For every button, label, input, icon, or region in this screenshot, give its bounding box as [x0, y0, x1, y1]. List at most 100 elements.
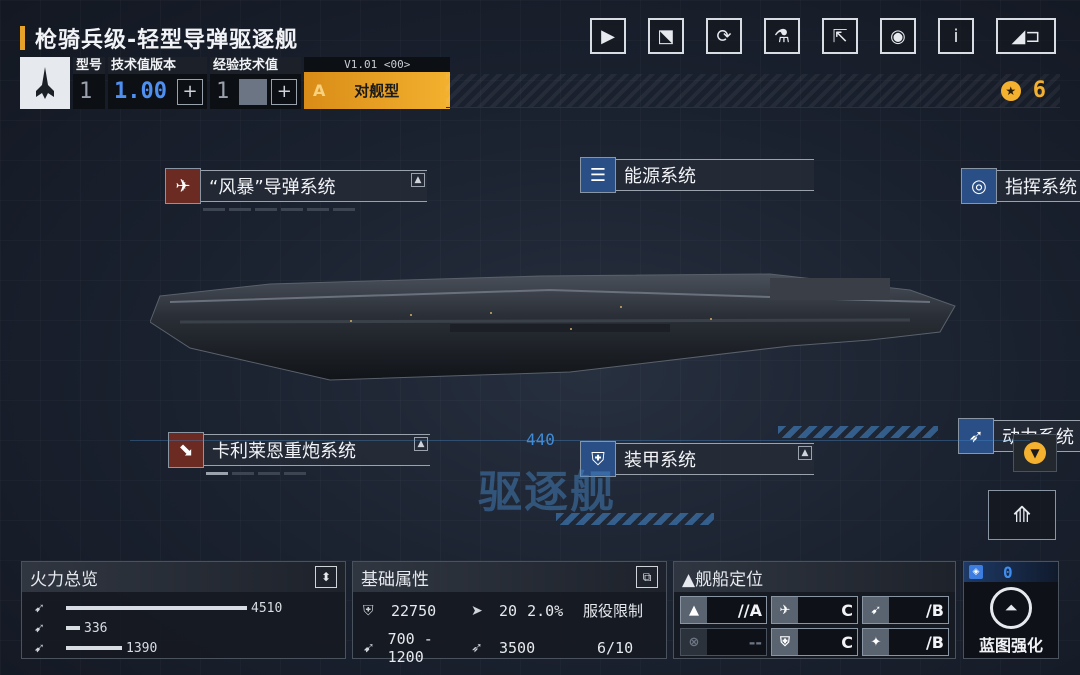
position-cell[interactable]: ➹ /B	[862, 596, 949, 624]
stats-button[interactable]: ⬔	[648, 18, 684, 54]
command-system-label: 指挥系统	[997, 170, 1080, 202]
role-icon: ⊗	[681, 629, 707, 655]
cannon-icon: ⬊	[168, 432, 204, 468]
position-cell[interactable]: ⊗ --	[680, 628, 767, 656]
toolbar: ▶ ⬔ ⟳ ⚗ ⇱ ◉ i ◢⊐	[590, 18, 1056, 54]
header-stripe	[446, 74, 1060, 108]
chevron-down-icon: ▼	[1024, 442, 1046, 464]
page-title: 枪骑兵级-轻型导弹驱逐舰	[35, 28, 299, 53]
title-accent	[20, 26, 25, 50]
firepower-header: 火力总览 ⬍	[22, 562, 345, 592]
model-cell: 型号 1	[73, 57, 106, 109]
cannon-system[interactable]: ⬊ 卡利莱恩重炮系统 ▲	[168, 432, 430, 475]
energy-system-name: 能源系统	[624, 166, 696, 187]
exp-plus-button[interactable]: +	[271, 78, 298, 105]
energy-system[interactable]: ☰ 能源系统	[580, 157, 814, 193]
upgrade-button[interactable]: ⟰	[988, 490, 1056, 540]
hp-cell: ⛨ 22750	[353, 592, 461, 629]
list-icon: ☰	[580, 157, 616, 193]
evade-icon: ➤	[471, 602, 483, 619]
tech-plus-button[interactable]: +	[177, 78, 203, 105]
ship-class-box: V1.01 <00> A 对舰型	[304, 57, 451, 109]
firepower-bar	[66, 646, 122, 650]
cannon-slots	[206, 472, 430, 475]
positioning-grid: ▲//A ✈ C ➹/B ⊗ -- ⛨ C ✦/B	[674, 592, 955, 660]
command-system[interactable]: ◎ 指挥系统	[961, 168, 1080, 204]
record-button[interactable]: ▶	[590, 18, 626, 54]
role-icon: ✦	[863, 629, 889, 655]
exp-cell: 经验技术值 1 +	[210, 57, 302, 109]
armor-system-label: 装甲系统 ▲	[616, 443, 814, 475]
role-grade: C	[841, 632, 853, 652]
role-grade: /B	[925, 600, 944, 620]
model-value: 1	[79, 79, 93, 104]
share-button[interactable]: ⇱	[822, 18, 858, 54]
version-label: V1.01 <00>	[304, 57, 451, 72]
back-arrow-icon: ◢⊐	[1011, 25, 1041, 47]
firepower-toggle-button[interactable]: ⬍	[315, 566, 337, 588]
class-name: 对舰型	[354, 82, 400, 100]
ship-type-watermark: 驱逐舰	[478, 467, 616, 518]
firepower-panel: 火力总览 ⬍ ➹ 4510 ➹ 336 ➹ 1390	[21, 561, 346, 659]
attributes-header: 基础属性 ⧉	[353, 562, 666, 592]
target-icon: ◎	[961, 168, 997, 204]
paint-button[interactable]: ⚗	[764, 18, 800, 54]
role-icon: ⛨	[772, 629, 798, 655]
info-button[interactable]: i	[938, 18, 974, 54]
hp-value: 22750	[391, 601, 437, 620]
service-value: 6/10	[597, 638, 634, 657]
refresh-icon: ⟳	[716, 25, 732, 47]
missile-system-name: “风暴”导弹系统	[209, 177, 336, 198]
class-grade: A	[313, 81, 326, 100]
refresh-button[interactable]: ⟳	[706, 18, 742, 54]
role-grade: --	[748, 632, 762, 652]
cannon-system-label: 卡利莱恩重炮系统 ▲	[204, 434, 430, 466]
missile-slots	[203, 208, 427, 211]
firepower-value: 4510	[251, 600, 283, 616]
chevron-up-icon: ▲	[411, 173, 425, 187]
ship-upgrade-icon: ⟰	[1012, 502, 1032, 528]
role-grade: //A	[737, 600, 762, 620]
chevron-up-icon: ▲	[798, 446, 812, 460]
blueprint-top: ◈ 0	[964, 562, 1058, 582]
firepower-row: ➹ 1390	[22, 638, 345, 658]
model-label: 型号	[73, 57, 106, 74]
evade-cell: ➤ 20 2.0%	[461, 592, 573, 629]
blueprint-count: 0	[1003, 562, 1013, 582]
blueprint-panel[interactable]: ◈ 0 ⏶ 蓝图强化	[963, 561, 1059, 659]
speed-icon: ➶	[471, 639, 483, 656]
firepower-title: 火力总览	[30, 569, 98, 590]
evade-percent: 2.0%	[527, 601, 564, 620]
spray-paint-icon: ⚗	[773, 25, 791, 47]
ship-model[interactable]	[150, 262, 960, 402]
position-cell[interactable]: ⛨ C	[771, 628, 858, 656]
position-cell[interactable]: ✈ C	[771, 596, 858, 624]
currency-value: 6	[1032, 78, 1046, 103]
missile-system[interactable]: ✈ “风暴”导弹系统 ▲	[165, 168, 427, 211]
service-label: 服役限制	[583, 602, 644, 620]
info-icon: i	[953, 25, 959, 47]
missile-icon: ✈	[165, 168, 201, 204]
external-link-icon: ⇱	[832, 25, 848, 47]
range-value: 700 - 1200	[387, 629, 433, 666]
speed-cell: ➶ 3500	[461, 629, 573, 666]
range-cell: ➹ 700 - 1200	[353, 629, 461, 666]
tech-value: 1.00	[114, 79, 167, 104]
positioning-header: ▲舰船定位	[674, 562, 955, 592]
chart-icon: ⬔	[657, 25, 675, 47]
tech-label: 技术值版本	[108, 57, 207, 74]
copy-icon[interactable]: ⧉	[636, 566, 658, 588]
positioning-title: ▲舰船定位	[682, 569, 764, 590]
missile-system-label: “风暴”导弹系统 ▲	[201, 170, 427, 202]
back-button[interactable]: ◢⊐	[996, 18, 1056, 54]
firepower-row: ➹ 4510	[22, 598, 345, 618]
deco-stripe-1	[556, 513, 714, 525]
title-bar: 枪骑兵级-轻型导弹驱逐舰	[20, 22, 298, 54]
missile-icon: ➹	[34, 600, 45, 616]
view-button[interactable]: ◉	[880, 18, 916, 54]
position-cell[interactable]: ▲ //A	[680, 596, 767, 624]
cannon-icon: ➹	[34, 640, 45, 656]
role-icon: ▲	[681, 597, 707, 623]
speed-value: 3500	[499, 638, 536, 657]
position-cell[interactable]: ✦ /B	[862, 628, 949, 656]
